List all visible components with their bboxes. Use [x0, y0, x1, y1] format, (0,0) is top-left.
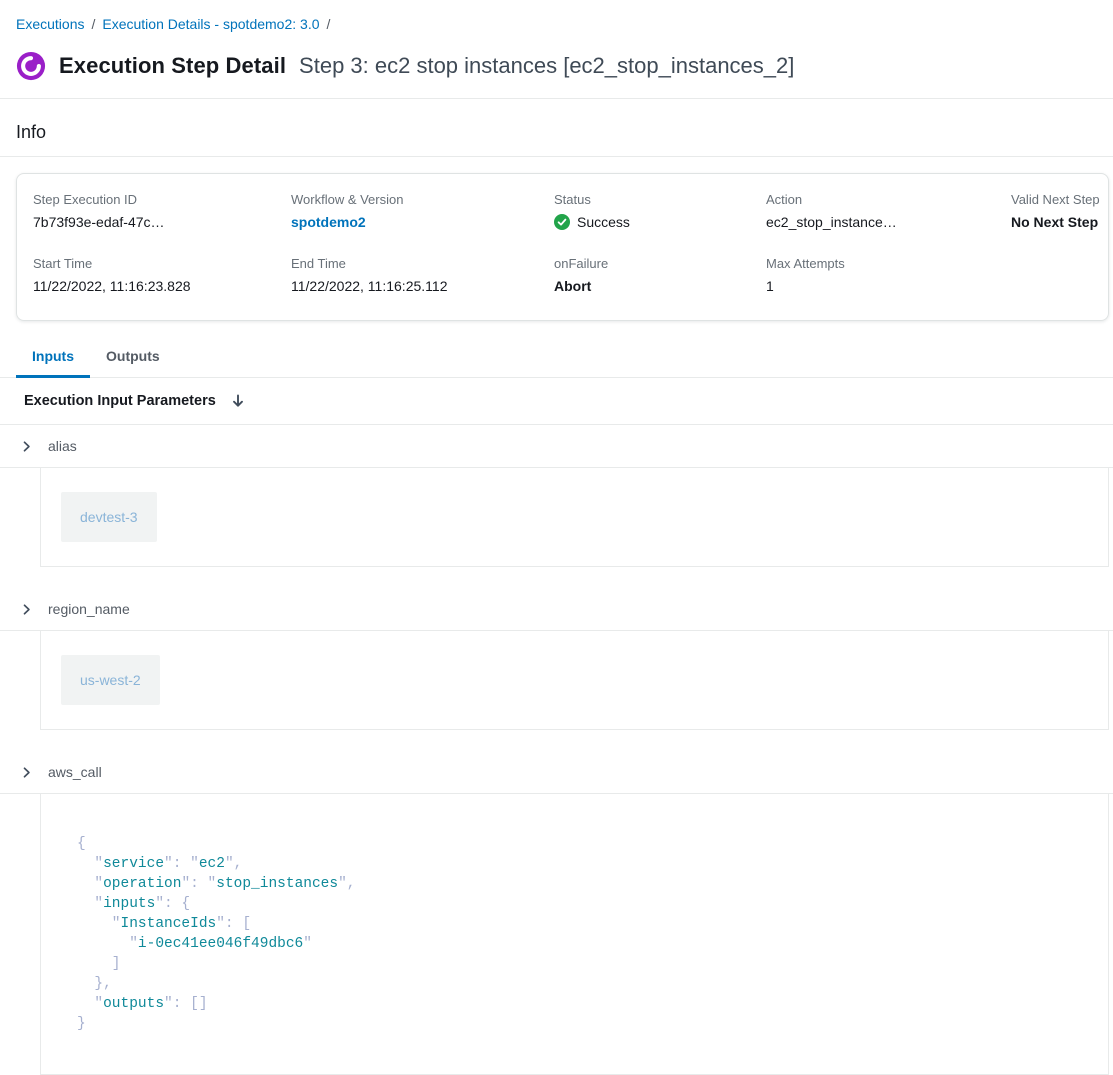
- field-start-time: Start Time 11/22/2022, 11:16:23.828: [33, 256, 291, 294]
- page-subtitle: Step 3: ec2 stop instances [ec2_stop_ins…: [299, 53, 794, 79]
- status-badge: Success: [554, 214, 766, 230]
- page-header: Execution Step Detail Step 3: ec2 stop i…: [0, 32, 1113, 99]
- field-value: 1: [766, 278, 1011, 294]
- arrow-down-icon[interactable]: [230, 393, 246, 409]
- field-value: 11/22/2022, 11:16:23.828: [33, 278, 291, 294]
- field-action: Action ec2_stop_instance…: [766, 192, 1011, 230]
- field-label: End Time: [291, 256, 554, 271]
- page-title: Execution Step Detail: [59, 53, 286, 79]
- field-label: Workflow & Version: [291, 192, 554, 207]
- code-line: "InstanceIds": [: [77, 914, 1072, 934]
- param-region-name-body: us-west-2: [40, 631, 1109, 730]
- field-on-failure: onFailure Abort: [554, 256, 766, 294]
- param-region-name: region_name us-west-2: [0, 588, 1113, 730]
- param-alias-body: devtest-3: [40, 468, 1109, 567]
- param-name: alias: [48, 438, 77, 454]
- param-name: region_name: [48, 601, 130, 617]
- field-end-time: End Time 11/22/2022, 11:16:25.112: [291, 256, 554, 294]
- field-label: Max Attempts: [766, 256, 1011, 271]
- field-label: onFailure: [554, 256, 766, 271]
- code-line: "service": "ec2",: [77, 854, 1072, 874]
- code-line: }: [77, 1014, 1072, 1034]
- field-value: ec2_stop_instance…: [766, 214, 1011, 230]
- field-value: Abort: [554, 278, 766, 294]
- param-aws-call: aws_call { "service": "ec2", "operation"…: [0, 751, 1113, 1075]
- chevron-right-icon: [20, 440, 33, 453]
- code-line: {: [77, 834, 1072, 854]
- section-title: Execution Input Parameters: [24, 393, 216, 409]
- execution-input-parameters-header: Execution Input Parameters: [0, 378, 1113, 425]
- breadcrumb-link-executions[interactable]: Executions: [16, 16, 84, 32]
- field-value: 11/22/2022, 11:16:25.112: [291, 278, 554, 294]
- field-valid-next-step: Valid Next Step No Next Step: [1011, 192, 1100, 230]
- param-alias: alias devtest-3: [0, 425, 1113, 567]
- info-section-heading: Info: [0, 99, 1113, 157]
- tab-bar: Inputs Outputs: [0, 335, 1113, 378]
- code-line: "inputs": {: [77, 894, 1072, 914]
- field-max-attempts: Max Attempts 1: [766, 256, 1011, 294]
- code-line: },: [77, 974, 1072, 994]
- field-label: Step Execution ID: [33, 192, 291, 207]
- code-line: "outputs": []: [77, 994, 1072, 1014]
- chevron-right-icon: [20, 603, 33, 616]
- tab-outputs[interactable]: Outputs: [90, 335, 176, 377]
- aws-call-code: { "service": "ec2", "operation": "stop_i…: [61, 818, 1088, 1050]
- field-label: Action: [766, 192, 1011, 207]
- breadcrumb-separator: /: [327, 16, 331, 32]
- workflow-link[interactable]: spotdemo2: [291, 214, 554, 230]
- param-name: aws_call: [48, 764, 102, 780]
- field-label: Status: [554, 192, 766, 207]
- code-line: "i-0ec41ee046f49dbc6": [77, 934, 1072, 954]
- chevron-right-icon: [20, 766, 33, 779]
- field-value: No Next Step: [1011, 214, 1100, 230]
- param-aws-call-toggle[interactable]: aws_call: [0, 751, 1113, 794]
- field-workflow-version: Workflow & Version spotdemo2: [291, 192, 554, 230]
- code-line: "operation": "stop_instances",: [77, 874, 1072, 894]
- param-region-name-value-chip: us-west-2: [61, 655, 160, 705]
- param-region-name-toggle[interactable]: region_name: [0, 588, 1113, 631]
- field-label: Valid Next Step: [1011, 192, 1100, 207]
- param-aws-call-body: { "service": "ec2", "operation": "stop_i…: [40, 794, 1109, 1075]
- success-check-icon: [554, 214, 570, 230]
- field-status: Status Success: [554, 192, 766, 230]
- breadcrumb-link-execution-details[interactable]: Execution Details - spotdemo2: 3.0: [102, 16, 319, 32]
- app-logo-icon: [16, 51, 46, 81]
- code-line: ]: [77, 954, 1072, 974]
- step-info-card: Step Execution ID 7b73f93e-edaf-47c… Wor…: [16, 173, 1109, 321]
- param-alias-value-chip: devtest-3: [61, 492, 157, 542]
- tab-inputs[interactable]: Inputs: [16, 335, 90, 377]
- status-text: Success: [577, 214, 630, 230]
- field-value: 7b73f93e-edaf-47c…: [33, 214, 291, 230]
- param-alias-toggle[interactable]: alias: [0, 425, 1113, 468]
- breadcrumb: Executions / Execution Details - spotdemo2…: [0, 0, 1113, 32]
- field-label: Start Time: [33, 256, 291, 271]
- breadcrumb-separator: /: [91, 16, 95, 32]
- field-step-execution-id: Step Execution ID 7b73f93e-edaf-47c…: [33, 192, 291, 230]
